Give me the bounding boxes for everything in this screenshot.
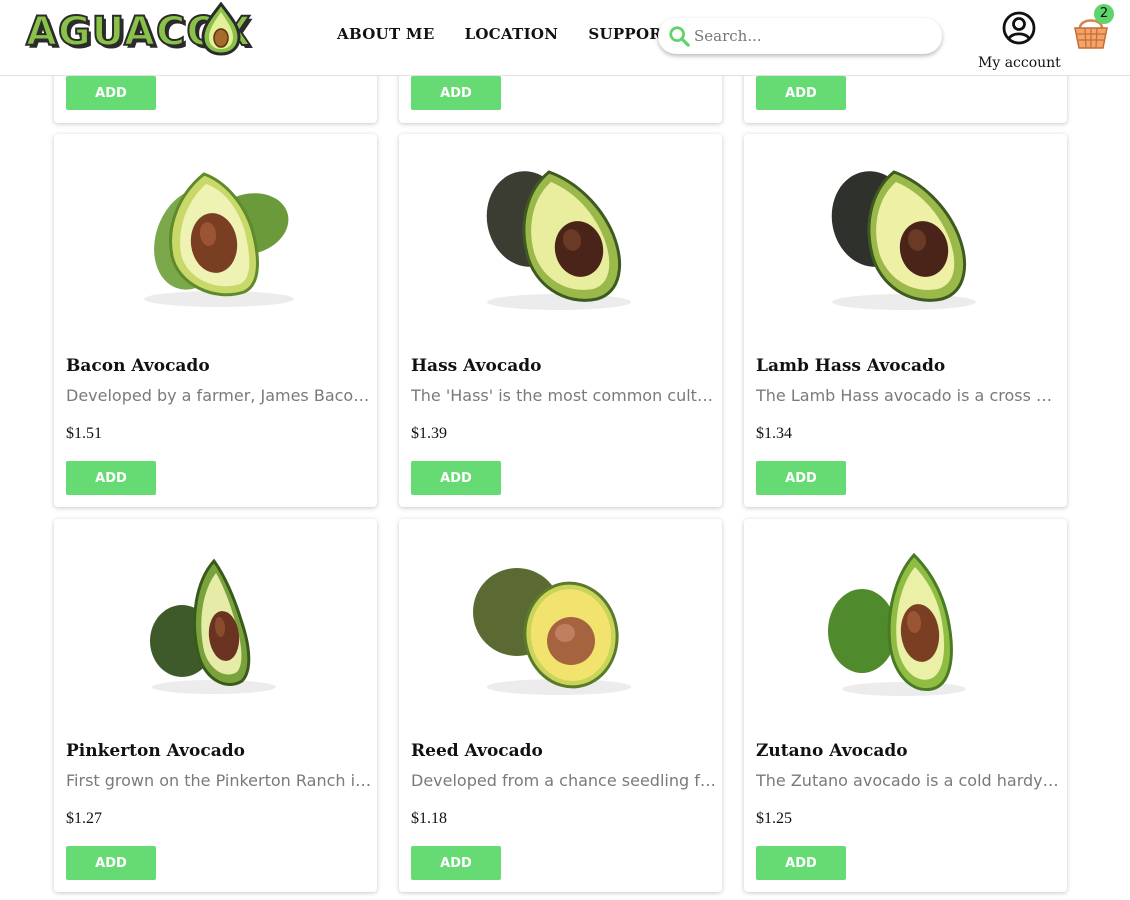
- product-card: Zutano Avocado The Zutano avocado is a c…: [744, 519, 1067, 892]
- product-image: [828, 552, 966, 696]
- product-card: Reed Avocado Developed from a chance see…: [399, 519, 722, 892]
- site-header: AGUACOX ABOUT ME LOCATION SUPPORT My acc…: [0, 0, 1130, 76]
- product-name[interactable]: Bacon Avocado: [66, 356, 210, 376]
- product-description: Developed by a farmer, James Bacon, in 1…: [66, 386, 372, 405]
- nav-location[interactable]: LOCATION: [465, 25, 559, 43]
- product-image: [144, 172, 294, 307]
- add-to-cart-button[interactable]: ADD: [411, 461, 501, 495]
- main-nav: ABOUT ME LOCATION SUPPORT: [337, 25, 673, 43]
- product-image: [473, 568, 631, 695]
- product-name[interactable]: Zutano Avocado: [756, 741, 908, 761]
- nav-about-me[interactable]: ABOUT ME: [337, 25, 435, 43]
- add-to-cart-button[interactable]: ADD: [756, 846, 846, 880]
- account-label: My account: [978, 55, 1061, 71]
- product-price: $1.27: [66, 810, 102, 827]
- search-bar: [658, 18, 942, 54]
- logo[interactable]: AGUACOX: [25, 2, 276, 58]
- product-price: $1.51: [66, 425, 102, 442]
- product-description: The Lamb Hass avocado is a cross between…: [756, 386, 1062, 405]
- add-to-cart-button[interactable]: ADD: [756, 76, 846, 110]
- product-description: The 'Hass' is the most common cultivar o…: [411, 386, 717, 405]
- add-to-cart-button[interactable]: ADD: [66, 76, 156, 110]
- product-price: $1.34: [756, 425, 792, 442]
- search-input[interactable]: [694, 27, 924, 45]
- product-name[interactable]: Pinkerton Avocado: [66, 741, 245, 761]
- product-description: First grown on the Pinkerton Ranch in Sa…: [66, 771, 372, 790]
- product-image: [150, 558, 276, 694]
- product-image: [486, 170, 631, 310]
- cart-count-badge: 2: [1094, 4, 1114, 24]
- add-to-cart-button[interactable]: ADD: [66, 846, 156, 880]
- product-description: The Zutano avocado is a cold hardy, cons…: [756, 771, 1062, 790]
- product-card: Pinkerton Avocado First grown on the Pin…: [54, 519, 377, 892]
- product-name[interactable]: Reed Avocado: [411, 741, 543, 761]
- product-card: Hass Avocado The 'Hass' is the most comm…: [399, 134, 722, 507]
- logo-avocado-icon: [201, 2, 241, 56]
- product-image: [831, 170, 976, 310]
- product-price: $1.39: [411, 425, 447, 442]
- add-to-cart-button[interactable]: ADD: [756, 461, 846, 495]
- search-icon: [669, 26, 690, 47]
- product-price: $1.18: [411, 810, 447, 827]
- add-to-cart-button[interactable]: ADD: [411, 76, 501, 110]
- add-to-cart-button[interactable]: ADD: [411, 846, 501, 880]
- product-card: Lamb Hass Avocado The Lamb Hass avocado …: [744, 134, 1067, 507]
- product-price: $1.25: [756, 810, 792, 827]
- user-icon: [1002, 11, 1036, 45]
- product-description: Developed from a chance seedling found i…: [411, 771, 717, 790]
- account-link[interactable]: My account: [978, 10, 1061, 71]
- cart-button[interactable]: 2: [1072, 4, 1114, 50]
- product-name[interactable]: Lamb Hass Avocado: [756, 356, 945, 376]
- product-name[interactable]: Hass Avocado: [411, 356, 541, 376]
- add-to-cart-button[interactable]: ADD: [66, 461, 156, 495]
- product-card: Bacon Avocado Developed by a farmer, Jam…: [54, 134, 377, 507]
